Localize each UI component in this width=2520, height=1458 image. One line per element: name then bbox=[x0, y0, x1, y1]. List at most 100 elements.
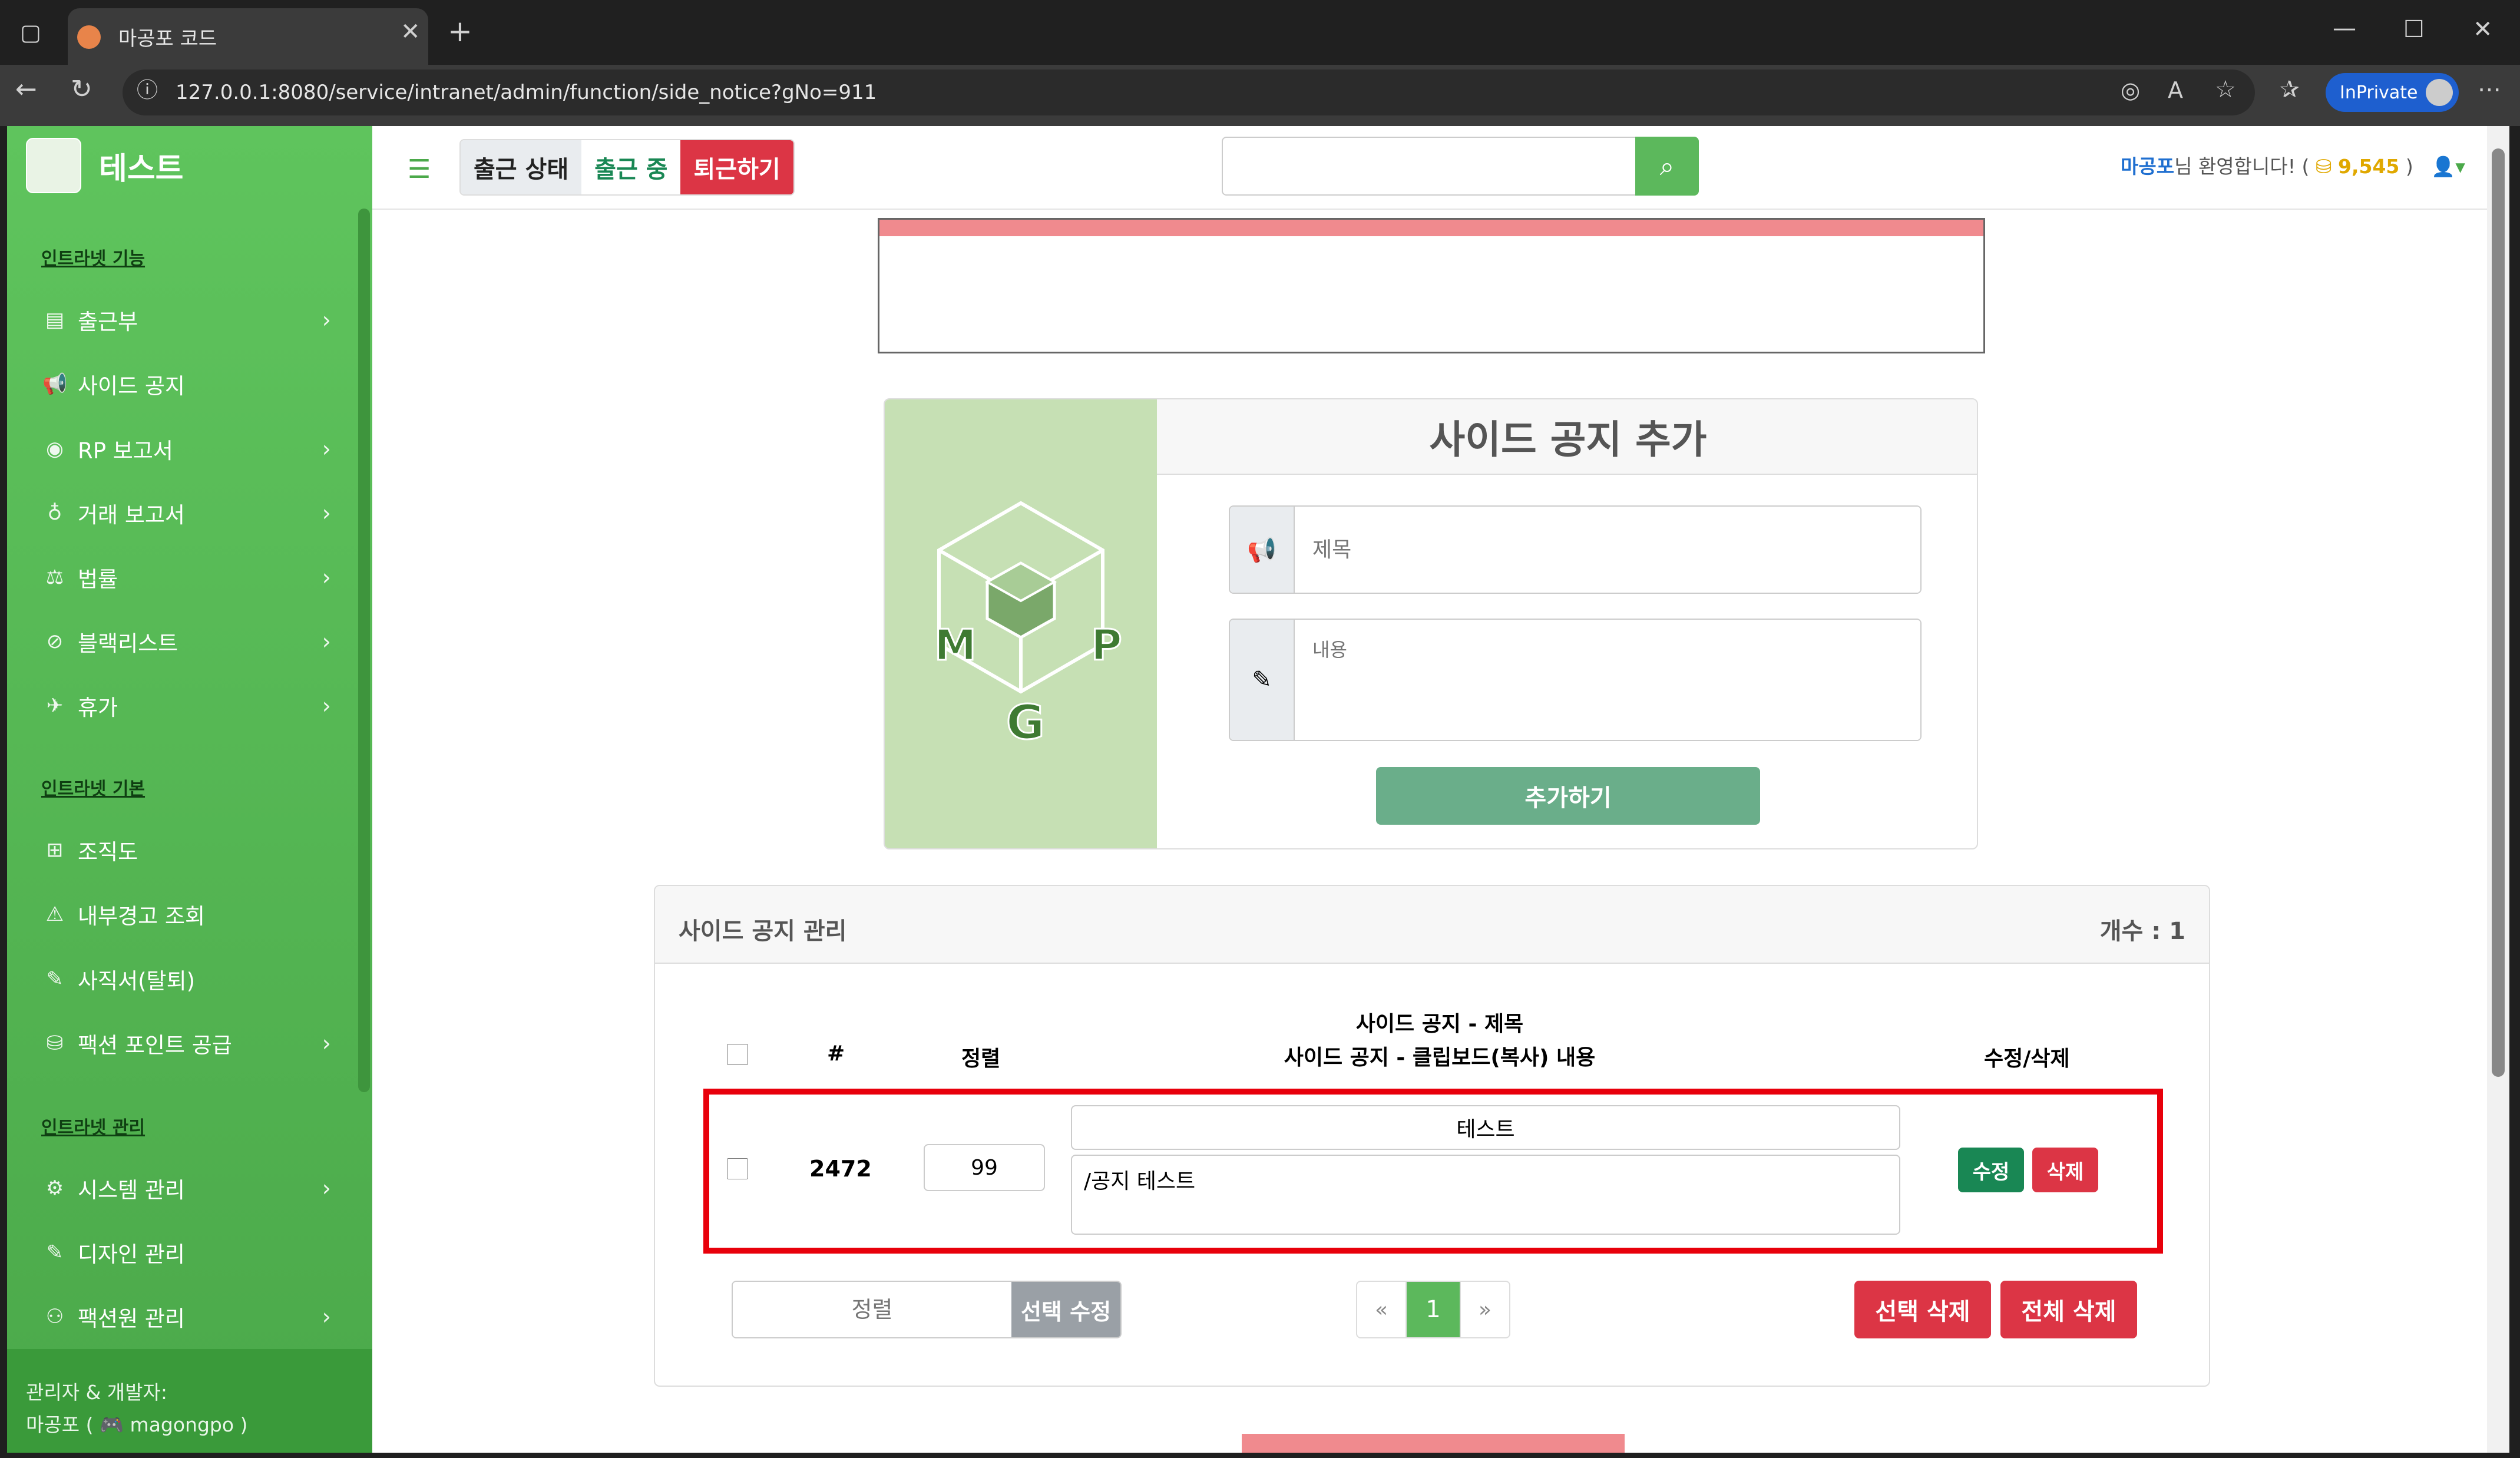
search-input[interactable] bbox=[1222, 137, 1643, 196]
refresh-icon[interactable]: ↻ bbox=[71, 77, 92, 103]
row-sort-input[interactable] bbox=[924, 1144, 1045, 1191]
sidebar-item-system[interactable]: ⚙ 시스템 관리 › bbox=[42, 1165, 331, 1212]
close-window-icon[interactable]: ✕ bbox=[2473, 18, 2493, 41]
col-header-title-content: 사이드 공지 - 제목 사이드 공지 - 클립보드(복사) 내용 bbox=[1027, 1007, 1852, 1075]
chevron-right-icon: › bbox=[322, 693, 331, 719]
megaphone-icon: 📢 bbox=[1230, 507, 1295, 593]
gamepad-icon: ◉ bbox=[46, 437, 64, 461]
search-button[interactable]: ⌕ bbox=[1635, 137, 1699, 196]
new-tab-icon[interactable]: + bbox=[448, 16, 472, 46]
row-edit-button[interactable]: 수정 bbox=[1958, 1148, 2024, 1192]
sidebar-item-label: 조직도 bbox=[78, 839, 138, 865]
sidebar-item-design[interactable]: ✎ 디자인 관리 bbox=[42, 1229, 331, 1276]
bulk-sort-input[interactable] bbox=[733, 1282, 1011, 1337]
tracking-icon[interactable]: ◎ bbox=[2121, 79, 2140, 101]
add-notice-button[interactable]: 추가하기 bbox=[1376, 767, 1760, 825]
sidebar-item-label: 거래 보고서 bbox=[78, 502, 185, 528]
brand-name: 테스트 bbox=[99, 151, 184, 187]
chevron-right-icon: › bbox=[322, 629, 331, 654]
points-close: ) bbox=[2405, 155, 2413, 178]
tab-title: 마공포 코드 bbox=[118, 27, 217, 51]
favorites-icon[interactable]: ✰ bbox=[2280, 78, 2300, 101]
manage-notice-card: 사이드 공지 관리 개수 : 1 # 정렬 사이드 공지 - 제목 사이드 공지… bbox=[654, 885, 2210, 1387]
logo-letter-m: M bbox=[934, 620, 977, 670]
profile-avatar-icon bbox=[2426, 79, 2453, 106]
sidebar-section-title: 인트라넷 기능 bbox=[41, 249, 145, 269]
col-header-title: 사이드 공지 - 제목 bbox=[1355, 1012, 1524, 1036]
read-aloud-icon[interactable]: A bbox=[2168, 79, 2183, 101]
page-scrollbar[interactable] bbox=[2487, 126, 2509, 1453]
sidebar-item-warnings[interactable]: ⚠ 내부경고 조회 bbox=[42, 891, 331, 938]
sidebar-item-trade-report[interactable]: ♁ 거래 보고서 › bbox=[42, 490, 331, 537]
sidebar-item-label: 블랙리스트 bbox=[78, 631, 178, 656]
delete-selected-button[interactable]: 선택 삭제 bbox=[1854, 1281, 1991, 1338]
table-row: 2472 /공지 테스트 수정 삭제 bbox=[703, 1089, 2163, 1254]
browser-tab[interactable]: 마공포 코드 bbox=[68, 8, 428, 65]
row-checkbox[interactable] bbox=[727, 1158, 748, 1179]
user-menu-icon[interactable]: 👤▾ bbox=[2431, 155, 2465, 178]
search-icon: ⌕ bbox=[1659, 151, 1675, 181]
col-header-sort: 정렬 bbox=[961, 1047, 1001, 1071]
topbar: ☰ 출근 상태 출근 중 퇴근하기 ⌕ 마공포님 환영합니다! ( ⛁ 9,54… bbox=[372, 126, 2509, 210]
sidebar-item-label: 팩션원 관리 bbox=[78, 1306, 185, 1331]
favorite-star-icon[interactable]: ☆ bbox=[2215, 78, 2236, 101]
sidebar-brand[interactable]: 테스트 bbox=[7, 126, 372, 205]
row-delete-button[interactable]: 삭제 bbox=[2032, 1148, 2098, 1192]
select-all-checkbox[interactable] bbox=[727, 1044, 748, 1065]
inprivate-badge[interactable]: InPrivate bbox=[2326, 73, 2459, 112]
sidebar-item-label: 출근부 bbox=[78, 309, 138, 335]
sidebar-item-vacation[interactable]: ✈ 휴가 › bbox=[42, 682, 331, 729]
chevron-right-icon: › bbox=[322, 1304, 331, 1330]
close-tab-icon[interactable]: ✕ bbox=[401, 20, 421, 44]
welcome-message: 마공포님 환영합니다! ( ⛁ 9,545 ) 👤▾ bbox=[2121, 151, 2465, 179]
sidebar-item-label: RP 보고서 bbox=[78, 438, 173, 464]
sidebar-item-blacklist[interactable]: ⊘ 블랙리스트 › bbox=[42, 618, 331, 665]
megaphone-icon: 📢 bbox=[42, 372, 68, 396]
sidebar-item-law[interactable]: ⚖ 법률 › bbox=[42, 554, 331, 601]
sidebar-item-rp-report[interactable]: ◉ RP 보고서 › bbox=[42, 425, 331, 472]
sidebar-item-label: 사직서(탈퇴) bbox=[78, 968, 196, 994]
sidebar-scrollbar[interactable] bbox=[358, 209, 370, 1092]
notice-content-textarea[interactable] bbox=[1295, 620, 1920, 740]
pagination: « 1 » bbox=[1356, 1281, 1510, 1338]
pagination-page-1[interactable]: 1 bbox=[1407, 1282, 1460, 1337]
tab-actions-icon[interactable]: ▢ bbox=[20, 21, 41, 44]
pagination-next[interactable]: » bbox=[1460, 1282, 1509, 1337]
sidebar-item-side-notice[interactable]: 📢 사이드 공지 bbox=[42, 361, 331, 408]
sidebar-item-label: 법률 bbox=[78, 567, 118, 592]
sidebar-item-members[interactable]: ⚇ 팩션원 관리 › bbox=[42, 1293, 331, 1340]
sidebar-item-label: 사이드 공지 bbox=[78, 373, 185, 399]
sidebar-item-attendance[interactable]: ▤ 출근부 › bbox=[42, 296, 331, 343]
maximize-icon[interactable]: ☐ bbox=[2403, 18, 2425, 41]
url-field[interactable]: 127.0.0.1:8080/service/intranet/admin/fu… bbox=[123, 70, 2255, 115]
sidebar-section-title: 인트라넷 기본 bbox=[41, 779, 145, 799]
chevron-right-icon: › bbox=[322, 1030, 331, 1056]
attendance-status-value: 출근 중 bbox=[581, 140, 681, 194]
clock-out-button[interactable]: 퇴근하기 bbox=[680, 140, 793, 194]
url-text: 127.0.0.1:8080/service/intranet/admin/fu… bbox=[176, 81, 877, 104]
row-title-input[interactable] bbox=[1071, 1105, 1900, 1150]
bulk-edit-button[interactable]: 선택 수정 bbox=[1011, 1282, 1120, 1337]
hamburger-menu-icon[interactable]: ☰ bbox=[408, 154, 431, 184]
row-id: 2472 bbox=[809, 1156, 872, 1182]
sidebar-item-org-chart[interactable]: ⊞ 조직도 bbox=[42, 826, 331, 874]
manage-card-title: 사이드 공지 관리 bbox=[679, 918, 847, 945]
delete-all-button[interactable]: 전체 삭제 bbox=[2000, 1281, 2137, 1338]
money-bag-icon: ♁ bbox=[47, 501, 62, 525]
minimize-icon[interactable]: — bbox=[2333, 16, 2356, 40]
more-menu-icon[interactable]: ⋯ bbox=[2478, 78, 2501, 101]
notice-title-input[interactable] bbox=[1295, 507, 1920, 593]
tab-favicon-icon bbox=[77, 25, 101, 49]
col-header-content: 사이드 공지 - 클립보드(복사) 내용 bbox=[1284, 1046, 1596, 1070]
pagination-prev[interactable]: « bbox=[1357, 1282, 1407, 1337]
sidebar-item-faction-points[interactable]: ⛁ 팩션 포인트 공급 › bbox=[42, 1020, 331, 1067]
site-info-icon[interactable]: ⓘ bbox=[137, 80, 158, 101]
add-notice-card: M G P 사이드 공지 추가 📢 ✎ 추가하기 bbox=[884, 398, 1978, 849]
scrollbar-thumb[interactable] bbox=[2492, 148, 2505, 1077]
sitemap-icon: ⊞ bbox=[46, 838, 64, 862]
sidebar-item-resignation[interactable]: ✎ 사직서(탈퇴) bbox=[42, 956, 331, 1003]
row-content-textarea[interactable]: /공지 테스트 bbox=[1071, 1155, 1900, 1235]
book-icon: ▤ bbox=[45, 308, 65, 332]
back-icon[interactable]: ← bbox=[15, 77, 37, 103]
mgp-logo-panel: M G P bbox=[885, 399, 1157, 848]
